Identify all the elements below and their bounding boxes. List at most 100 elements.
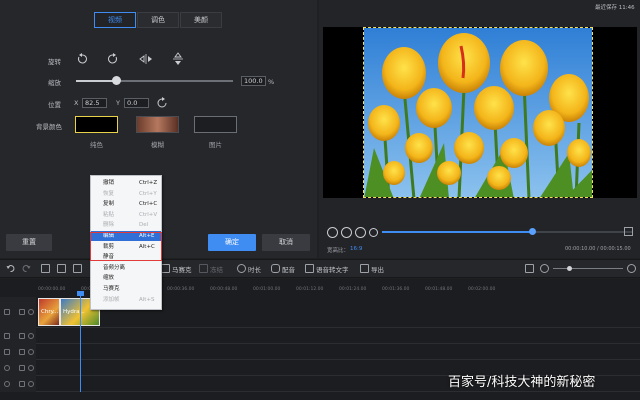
context-menu-item[interactable]: 缩放	[91, 273, 161, 283]
scale-unit: %	[268, 78, 275, 86]
lock-icon[interactable]	[19, 365, 25, 371]
undo-icon[interactable]	[6, 264, 15, 273]
visibility-icon[interactable]	[28, 309, 34, 315]
visibility-icon[interactable]	[28, 333, 34, 339]
context-menu-item[interactable]: 添加帧 Alt+S	[91, 295, 161, 305]
zoom-in-icon[interactable]	[627, 264, 636, 273]
context-menu-item[interactable]: 删除 Del	[91, 220, 161, 230]
bg-blur-label: 模糊	[151, 141, 164, 149]
voiceover-icon[interactable]	[271, 264, 280, 273]
context-menu-item[interactable]: 复制 Ctrl+C	[91, 199, 161, 209]
scale-input[interactable]: 100.0	[241, 76, 266, 86]
visibility-icon[interactable]	[28, 349, 34, 355]
rotate-right-icon[interactable]	[106, 52, 120, 66]
timeline-tick-label: 00:00:48.00	[210, 287, 238, 292]
time-display: 00:00:10.00 / 00:00:15.00	[565, 246, 631, 252]
toolbar-speech-to-text[interactable]: 语音转文字	[316, 264, 349, 274]
playback-progress	[382, 231, 532, 233]
context-menu-item-label: 复制	[103, 201, 115, 208]
playhead[interactable]	[80, 292, 81, 392]
lock-icon[interactable]	[19, 381, 25, 387]
ok-button[interactable]: 确定	[208, 234, 256, 251]
lock-icon[interactable]	[19, 309, 25, 315]
crop-icon[interactable]	[57, 264, 66, 273]
flip-vertical-icon[interactable]	[171, 52, 185, 66]
position-y-input[interactable]: 0.0	[124, 98, 149, 108]
toolbar-voiceover[interactable]: 配音	[282, 264, 295, 274]
volume-icon[interactable]	[28, 381, 34, 387]
freeze-icon[interactable]	[199, 264, 208, 273]
text-track[interactable]	[0, 328, 640, 344]
bg-solid-swatch[interactable]	[75, 116, 118, 133]
toolbar-freeze[interactable]: 冻结	[210, 264, 223, 274]
timeline-tick-label: 00:01:12.00	[296, 287, 324, 292]
redo-icon[interactable]	[22, 264, 31, 273]
timeline-tick-label: 00:00:00.00	[38, 287, 66, 292]
fullscreen-icon[interactable]	[624, 227, 633, 236]
tab-beauty[interactable]: 美颜	[180, 12, 222, 28]
context-menu-item[interactable]: 音频分离	[91, 263, 161, 273]
context-menu-item[interactable]: 粘贴 Ctrl+V	[91, 210, 161, 220]
edit-icon[interactable]	[41, 264, 50, 273]
play-button[interactable]	[341, 227, 352, 238]
bg-image-label: 图片	[209, 141, 222, 149]
bg-blur-swatch[interactable]	[136, 116, 179, 133]
microphone-icon	[4, 381, 10, 387]
lock-icon[interactable]	[19, 333, 25, 339]
duration-icon[interactable]	[237, 264, 246, 273]
toolbar-export[interactable]: 导出	[371, 264, 384, 274]
timeline-tick-label: 00:01:36.00	[382, 287, 410, 292]
zoom-out-icon[interactable]	[540, 264, 549, 273]
preview-image[interactable]	[363, 27, 593, 198]
mosaic-icon[interactable]	[161, 264, 170, 273]
timeline-tick-label: 00:00:36.00	[167, 287, 195, 292]
prev-frame-button[interactable]	[327, 227, 338, 238]
text-track-icon	[4, 333, 10, 339]
context-menu-item[interactable]: 恢复 Ctrl+Y	[91, 189, 161, 199]
context-menu-item-label: 恢复	[103, 190, 115, 197]
volume-icon[interactable]	[28, 365, 34, 371]
tab-color[interactable]: 调色	[137, 12, 179, 28]
zoom-slider-handle[interactable]	[567, 266, 572, 271]
delete-icon[interactable]	[73, 264, 82, 273]
bg-solid-label: 纯色	[90, 141, 103, 149]
context-menu-item-shortcut: Ctrl+Y	[139, 190, 157, 197]
aspect-ratio-value[interactable]: 16:9	[350, 246, 362, 252]
tab-video[interactable]: 视频	[94, 12, 136, 28]
timeline-tick-label: 00:01:00.00	[253, 287, 281, 292]
zoom-slider-track[interactable]	[553, 268, 623, 269]
watermark: 百家号/科技大神的新秘密	[448, 375, 596, 390]
overlay-track-icon	[4, 349, 10, 355]
autosave-text: 最近保存 11:46	[595, 5, 635, 11]
reset-button[interactable]: 重置	[6, 234, 52, 251]
stop-button[interactable]	[355, 227, 366, 238]
overlay-track[interactable]	[0, 344, 640, 360]
toolbar-duration[interactable]: 时长	[248, 264, 261, 274]
lock-icon[interactable]	[19, 349, 25, 355]
position-label: 位置	[48, 101, 61, 109]
timeline-tick-label: 00:01:48.00	[425, 287, 453, 292]
video-track-icon	[4, 309, 10, 315]
context-menu-item[interactable]: 马赛克	[91, 284, 161, 294]
fit-timeline-icon[interactable]	[525, 264, 534, 273]
reset-position-icon[interactable]	[155, 96, 169, 110]
y-label: Y	[116, 99, 120, 107]
position-x-input[interactable]: 82.5	[82, 98, 107, 108]
scale-label: 缩放	[48, 79, 61, 87]
context-menu-item[interactable]: 撤销 Ctrl+Z	[91, 178, 161, 188]
toolbar-mosaic[interactable]: 马赛克	[172, 264, 192, 274]
clip-label: Hydra...	[63, 309, 85, 315]
scale-slider-fill	[76, 80, 116, 82]
playback-handle[interactable]	[529, 228, 536, 235]
next-frame-button[interactable]	[369, 228, 378, 237]
export-icon[interactable]	[360, 264, 369, 273]
timeline-tick-label: 00:01:24.00	[339, 287, 367, 292]
scale-slider-handle[interactable]	[112, 76, 121, 85]
rotate-left-icon[interactable]	[75, 52, 89, 66]
bg-image-swatch[interactable]	[194, 116, 237, 133]
cancel-button[interactable]: 取消	[262, 234, 310, 251]
tulips-image	[364, 28, 592, 197]
speech-to-text-icon[interactable]	[305, 264, 314, 273]
flip-horizontal-icon[interactable]	[139, 52, 153, 66]
timeline-clip[interactable]: Chry...	[38, 298, 60, 326]
